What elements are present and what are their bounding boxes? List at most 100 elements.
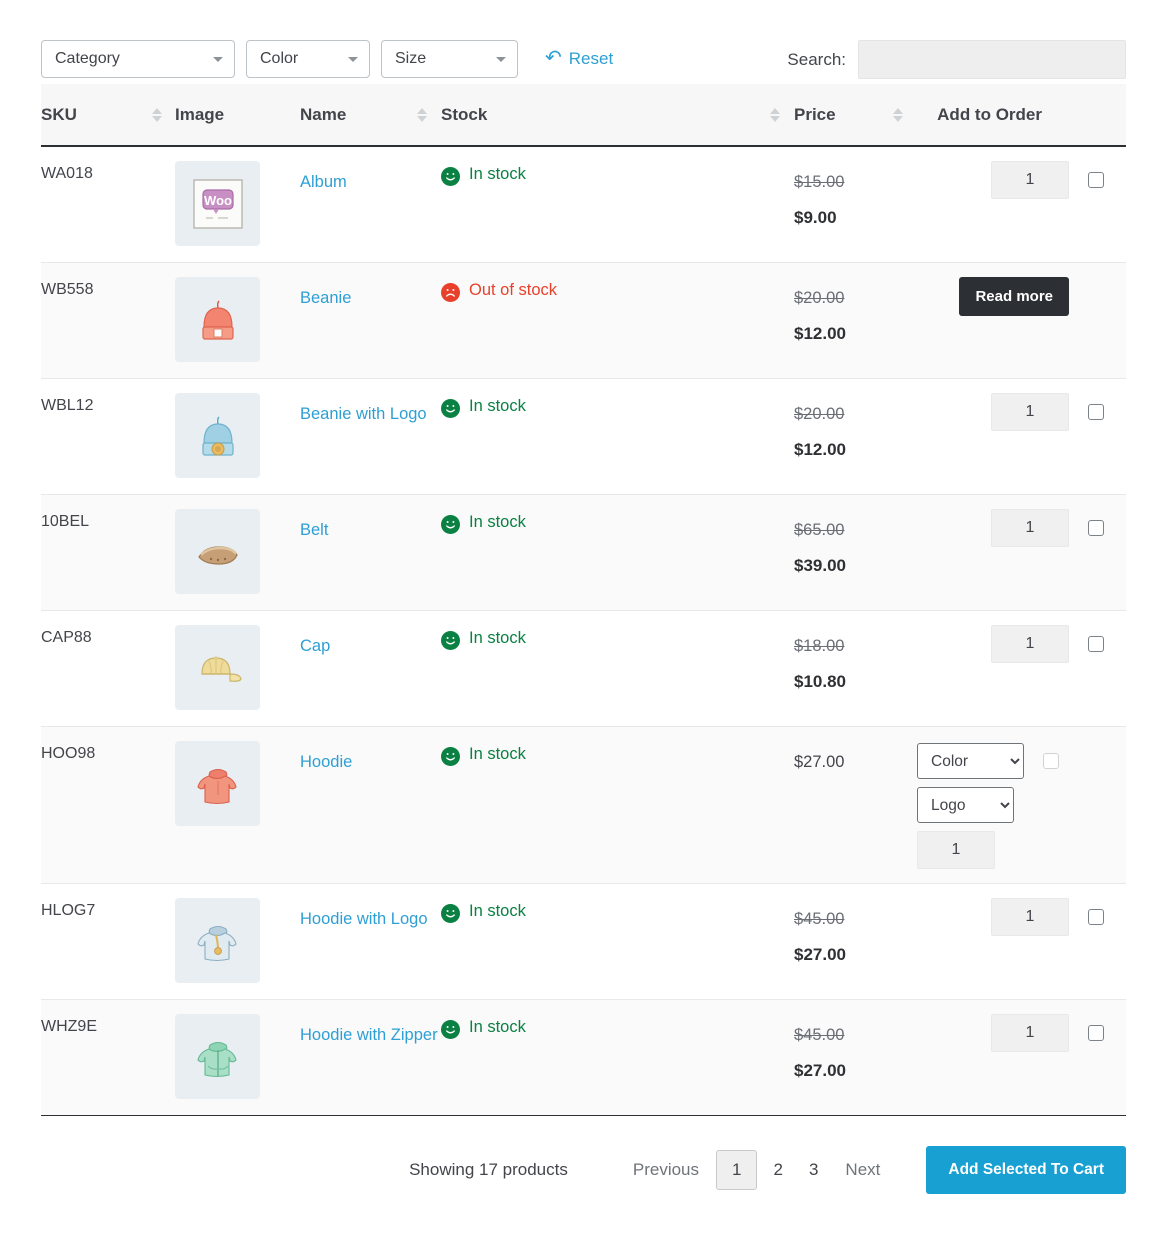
pagination-next[interactable]: Next bbox=[831, 1160, 894, 1180]
sort-control-name[interactable] bbox=[413, 84, 441, 147]
quantity-input[interactable] bbox=[991, 898, 1069, 936]
category-filter-dropdown[interactable]: Category bbox=[41, 40, 235, 78]
belt-thumbnail bbox=[175, 509, 260, 594]
svg-text:Woo: Woo bbox=[204, 193, 232, 208]
logo-variation-select[interactable]: Logo bbox=[917, 787, 1014, 823]
select-product-checkbox[interactable] bbox=[1088, 636, 1104, 652]
size-filter-label: Size bbox=[395, 50, 427, 67]
price-sale: $12.00 bbox=[794, 440, 846, 459]
quantity-input[interactable] bbox=[991, 509, 1069, 547]
stock-status-label: In stock bbox=[469, 513, 526, 531]
product-name-link[interactable]: Hoodie with Logo bbox=[300, 910, 428, 928]
column-header-sku[interactable]: SKU bbox=[41, 84, 148, 147]
product-name-link[interactable]: Hoodie bbox=[300, 753, 352, 771]
stock-status-label: In stock bbox=[469, 1018, 526, 1036]
smiley-face-icon bbox=[441, 167, 460, 186]
select-product-checkbox[interactable] bbox=[1088, 1025, 1104, 1041]
select-product-checkbox[interactable] bbox=[1043, 753, 1059, 769]
product-name-link[interactable]: Hoodie with Zipper bbox=[300, 1026, 438, 1044]
smiley-face-icon bbox=[441, 747, 460, 766]
search-input[interactable] bbox=[858, 40, 1126, 79]
sort-control-price[interactable] bbox=[889, 84, 917, 147]
beanie-with-logo-thumbnail bbox=[175, 393, 260, 478]
table-footer: Showing 17 products Previous 1 2 3 Next … bbox=[41, 1116, 1126, 1202]
stock-status: In stock bbox=[441, 495, 766, 550]
sort-control-stock[interactable] bbox=[766, 84, 794, 147]
pagination: Previous 1 2 3 Next bbox=[619, 1149, 895, 1190]
size-filter-dropdown[interactable]: Size bbox=[381, 40, 518, 78]
category-filter-label: Category bbox=[55, 50, 120, 67]
sort-control-sku[interactable] bbox=[148, 84, 175, 147]
smiley-face-icon bbox=[441, 631, 460, 650]
quantity-input[interactable] bbox=[917, 831, 995, 869]
smiley-face-icon bbox=[441, 515, 460, 534]
product-name-link[interactable]: Belt bbox=[300, 521, 328, 539]
stock-status-label: In stock bbox=[469, 745, 526, 763]
price-header-label: Price bbox=[794, 104, 836, 124]
table-row: WBL12 Beanie with Logo In stock $20.00 $… bbox=[41, 378, 1126, 495]
column-header-add-to-order: Add to Order bbox=[917, 84, 1126, 147]
price-original: $18.00 bbox=[794, 637, 845, 655]
pagination-page-3[interactable]: 3 bbox=[796, 1160, 831, 1180]
price-sale: $10.80 bbox=[794, 672, 846, 691]
stock-status: In stock bbox=[441, 147, 766, 202]
table-row: CAP88 Cap In stock $18.00 $10.80 1 bbox=[41, 610, 1126, 727]
read-more-button[interactable]: Read more bbox=[959, 277, 1069, 316]
product-name-link[interactable]: Beanie bbox=[300, 289, 351, 307]
stock-status: In stock bbox=[441, 379, 766, 434]
sort-arrows-icon bbox=[770, 107, 780, 123]
stock-header-label: Stock bbox=[441, 104, 488, 124]
table-row: HLOG7 Hoodie with Logo In stock $45.00 $… bbox=[41, 883, 1126, 1000]
pagination-previous[interactable]: Previous bbox=[619, 1160, 713, 1180]
select-product-checkbox[interactable] bbox=[1088, 404, 1104, 420]
stock-status: In stock bbox=[441, 611, 766, 666]
hoodie-with-logo-thumbnail bbox=[175, 898, 260, 983]
quantity-input[interactable] bbox=[991, 625, 1069, 663]
column-header-image: Image bbox=[175, 84, 300, 147]
product-name-link[interactable]: Beanie with Logo bbox=[300, 405, 427, 423]
table-row: HOO98 Hoodie In stock $27.00 Color Logo … bbox=[41, 726, 1126, 884]
table-header: SKU Image Name Stock Price Add to Order bbox=[41, 84, 1126, 147]
quantity-input[interactable] bbox=[991, 1014, 1069, 1052]
hoodie-with-zipper-thumbnail bbox=[175, 1014, 260, 1099]
reset-filters-button[interactable]: ↶ Reset bbox=[545, 40, 613, 78]
select-product-checkbox[interactable] bbox=[1088, 172, 1104, 188]
price-sale: $12.00 bbox=[794, 324, 846, 343]
column-header-price[interactable]: Price bbox=[794, 84, 889, 147]
reset-label: Reset bbox=[568, 49, 614, 68]
smiley-face-icon bbox=[441, 1020, 460, 1039]
pagination-page-2[interactable]: 2 bbox=[760, 1160, 795, 1180]
select-product-checkbox[interactable] bbox=[1088, 909, 1104, 925]
row-sku: WA018 bbox=[41, 165, 93, 182]
chevron-down-icon bbox=[213, 57, 223, 62]
stock-status-label: In stock bbox=[469, 902, 526, 920]
stock-status-label: Out of stock bbox=[469, 281, 558, 299]
color-variation-select[interactable]: Color bbox=[917, 743, 1024, 779]
column-header-stock[interactable]: Stock bbox=[441, 84, 766, 147]
sku-header-label: SKU bbox=[41, 104, 77, 124]
cap-thumbnail bbox=[175, 625, 260, 710]
stock-status: In stock bbox=[441, 884, 766, 939]
filter-controls-bar: Category Color Size ↶ Reset Search: bbox=[41, 0, 1126, 84]
row-sku: 10BEL bbox=[41, 513, 90, 530]
select-product-checkbox[interactable] bbox=[1088, 520, 1104, 536]
pagination-page-1[interactable]: 1 bbox=[716, 1149, 758, 1190]
sad-face-icon bbox=[441, 283, 460, 302]
smiley-face-icon bbox=[441, 904, 460, 923]
color-filter-dropdown[interactable]: Color bbox=[246, 40, 370, 78]
price-sale: $27.00 bbox=[794, 945, 846, 964]
add-selected-to-cart-button[interactable]: Add Selected To Cart bbox=[926, 1145, 1126, 1194]
undo-arrow-icon: ↶ bbox=[545, 47, 562, 69]
price-value: $27.00 bbox=[794, 753, 845, 771]
quantity-input[interactable] bbox=[991, 393, 1069, 431]
stock-status: Out of stock bbox=[441, 263, 766, 318]
product-name-link[interactable]: Cap bbox=[300, 637, 330, 655]
column-header-name[interactable]: Name bbox=[300, 84, 413, 147]
sort-arrows-icon bbox=[417, 107, 427, 123]
price-sale: $27.00 bbox=[794, 1061, 846, 1080]
product-name-link[interactable]: Album bbox=[300, 173, 347, 191]
stock-status-label: In stock bbox=[469, 629, 526, 647]
stock-status: In stock bbox=[441, 1000, 766, 1055]
quantity-input[interactable] bbox=[991, 161, 1069, 199]
chevron-down-icon bbox=[496, 57, 506, 62]
